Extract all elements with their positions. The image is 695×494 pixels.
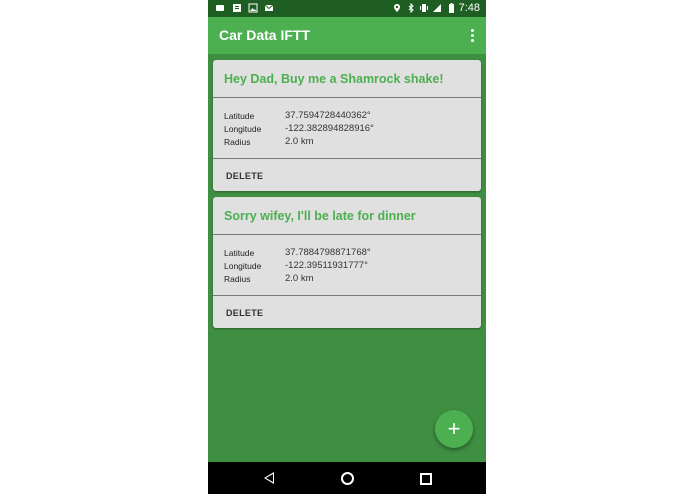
delete-button[interactable]: DELETE [226, 308, 263, 318]
signal-icon [433, 4, 441, 12]
radius-label: Radius [224, 274, 251, 284]
overflow-menu-icon[interactable] [466, 27, 478, 45]
latitude-label: Latitude [224, 248, 255, 258]
longitude-value: -122.382894828916° [285, 123, 374, 134]
latitude-value: 37.7594728440362° [285, 110, 371, 121]
back-icon[interactable] [264, 472, 274, 484]
rule-title: Sorry wifey, I'll be late for dinner [224, 209, 416, 223]
card-divider [213, 234, 481, 235]
latitude-value: 37.7884798871768° [285, 247, 371, 258]
image-icon [248, 3, 258, 13]
longitude-row: Longitude -122.382894828916° [224, 123, 474, 136]
status-bar: 7:48 [208, 0, 486, 17]
drive-icon [216, 5, 224, 11]
phone-screen: 7:48 Car Data IFTT Hey Dad, Buy me a Sha… [208, 0, 486, 494]
longitude-label: Longitude [224, 261, 262, 271]
longitude-row: Longitude -122.39511931777° [224, 260, 474, 273]
home-icon[interactable] [341, 472, 354, 485]
gmail-icon [264, 4, 274, 11]
location-icon [394, 4, 400, 12]
radius-row: Radius 2.0 km [224, 273, 474, 286]
longitude-value: -122.39511931777° [285, 260, 368, 271]
rule-card: Hey Dad, Buy me a Shamrock shake! Latitu… [213, 60, 481, 191]
latitude-label: Latitude [224, 111, 255, 121]
radius-value: 2.0 km [285, 136, 314, 147]
rules-list: Hey Dad, Buy me a Shamrock shake! Latitu… [208, 54, 486, 462]
radius-label: Radius [224, 137, 251, 147]
battery-icon [449, 3, 454, 13]
recent-apps-icon[interactable] [420, 473, 432, 485]
latitude-row: Latitude 37.7594728440362° [224, 110, 474, 123]
add-rule-button[interactable]: + [435, 410, 473, 448]
navigation-bar [208, 462, 486, 494]
vibrate-icon [420, 4, 428, 12]
delete-button[interactable]: DELETE [226, 171, 263, 181]
clock: 7:48 [458, 2, 480, 14]
bluetooth-icon [408, 3, 414, 13]
radius-row: Radius 2.0 km [224, 136, 474, 149]
rule-title: Hey Dad, Buy me a Shamrock shake! [224, 72, 444, 86]
card-divider [213, 295, 481, 296]
card-divider [213, 97, 481, 98]
plus-icon: + [447, 416, 461, 441]
news-icon [233, 4, 241, 12]
longitude-label: Longitude [224, 124, 262, 134]
latitude-row: Latitude 37.7884798871768° [224, 247, 474, 260]
app-title: Car Data IFTT [219, 27, 311, 43]
radius-value: 2.0 km [285, 273, 314, 284]
rule-card: Sorry wifey, I'll be late for dinner Lat… [213, 197, 481, 328]
app-bar: Car Data IFTT [208, 17, 486, 54]
card-divider [213, 158, 481, 159]
